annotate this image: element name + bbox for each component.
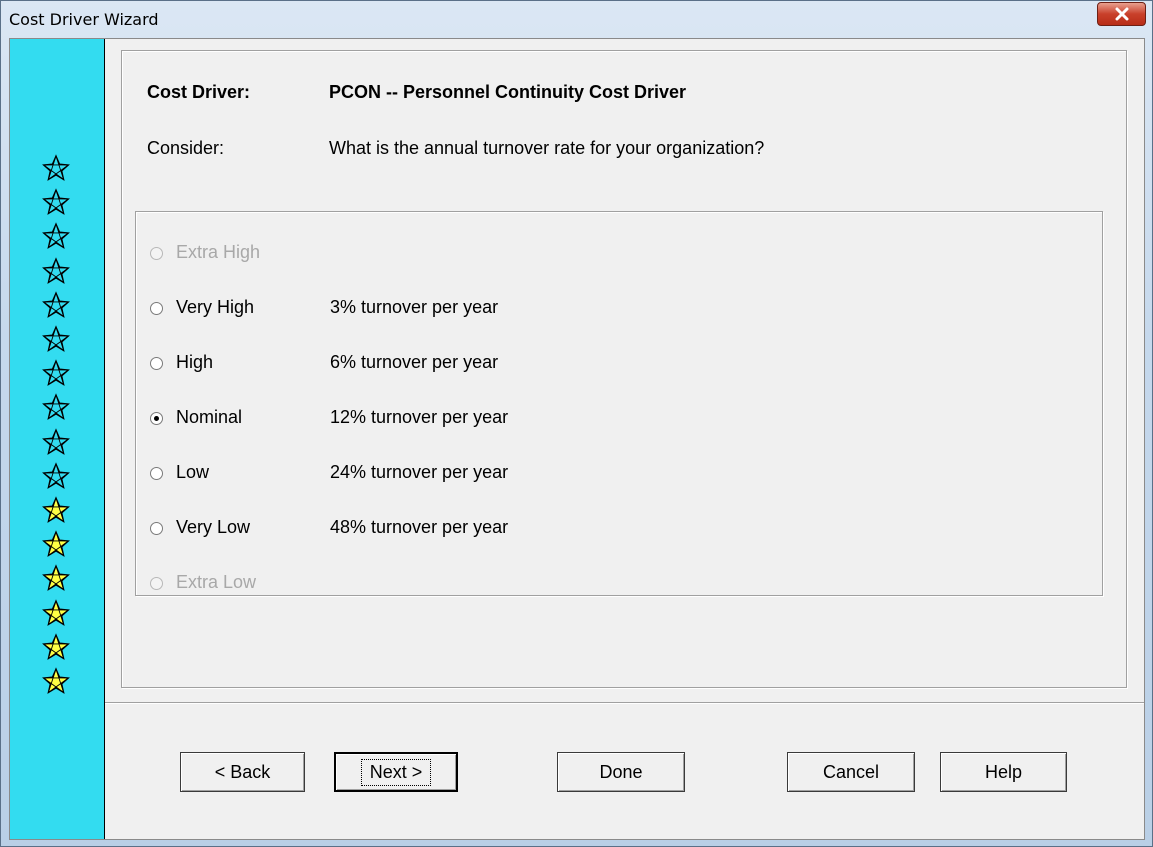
radio-button[interactable] xyxy=(150,357,163,370)
cost-driver-value: PCON -- Personnel Continuity Cost Driver xyxy=(329,82,687,102)
cancel-button[interactable]: Cancel xyxy=(787,752,915,792)
wizard-window: Cost Driver Wizard Cost Driver: PCON -- … xyxy=(0,0,1153,847)
rating-description: 3% turnover per year xyxy=(330,297,499,317)
consider-label: Consider: xyxy=(147,138,225,158)
next-button-label: Next > xyxy=(360,758,432,786)
rating-label[interactable]: Nominal xyxy=(176,407,242,428)
rating-label[interactable]: Low xyxy=(176,462,209,483)
cost-driver-label: Cost Driver: xyxy=(147,82,251,102)
radio-button xyxy=(150,577,163,590)
progress-star-strip xyxy=(10,39,105,839)
close-icon xyxy=(1115,7,1128,21)
star-filled-icon xyxy=(41,495,71,525)
rating-description: 6% turnover per year xyxy=(330,352,499,372)
star-outline-icon xyxy=(41,153,71,183)
star-outline-icon xyxy=(41,427,71,457)
dialog-client: Cost Driver: PCON -- Personnel Continuit… xyxy=(9,38,1145,840)
button-area-divider xyxy=(105,702,1144,704)
star-filled-icon xyxy=(41,529,71,559)
radio-button-selected[interactable] xyxy=(150,412,163,425)
star-outline-icon xyxy=(41,461,71,491)
star-filled-icon xyxy=(41,598,71,628)
star-outline-icon xyxy=(41,256,71,286)
star-outline-icon xyxy=(41,187,71,217)
star-outline-icon xyxy=(41,358,71,388)
star-outline-icon xyxy=(41,392,71,422)
star-outline-icon xyxy=(41,221,71,251)
done-button[interactable]: Done xyxy=(557,752,685,792)
star-outline-icon xyxy=(41,324,71,354)
window-title: Cost Driver Wizard xyxy=(9,10,159,29)
radio-button[interactable] xyxy=(150,467,163,480)
star-outline-icon xyxy=(41,290,71,320)
help-button[interactable]: Help xyxy=(940,752,1067,792)
rating-label[interactable]: Very Low xyxy=(176,517,250,538)
radio-button xyxy=(150,247,163,260)
close-button[interactable] xyxy=(1097,2,1146,26)
next-button[interactable]: Next > xyxy=(334,752,458,792)
question-panel: Cost Driver: PCON -- Personnel Continuit… xyxy=(121,50,1127,688)
rating-label: Extra High xyxy=(176,242,261,262)
rating-label[interactable]: High xyxy=(176,352,213,373)
title-bar[interactable]: Cost Driver Wizard xyxy=(1,1,1152,37)
rating-options-group: Extra High Very High 3% turnover per yea… xyxy=(135,211,1103,596)
star-filled-icon xyxy=(41,563,71,593)
back-button[interactable]: < Back xyxy=(180,752,305,792)
radio-button[interactable] xyxy=(150,522,163,535)
rating-label[interactable]: Very High xyxy=(176,297,254,318)
consider-value: What is the annual turnover rate for you… xyxy=(329,138,765,158)
rating-label: Extra Low xyxy=(176,572,257,592)
rating-description: 24% turnover per year xyxy=(330,462,509,482)
radio-button[interactable] xyxy=(150,302,163,315)
rating-description: 12% turnover per year xyxy=(330,407,509,427)
star-filled-icon xyxy=(41,632,71,662)
star-filled-icon xyxy=(41,666,71,696)
rating-description: 48% turnover per year xyxy=(330,517,509,537)
